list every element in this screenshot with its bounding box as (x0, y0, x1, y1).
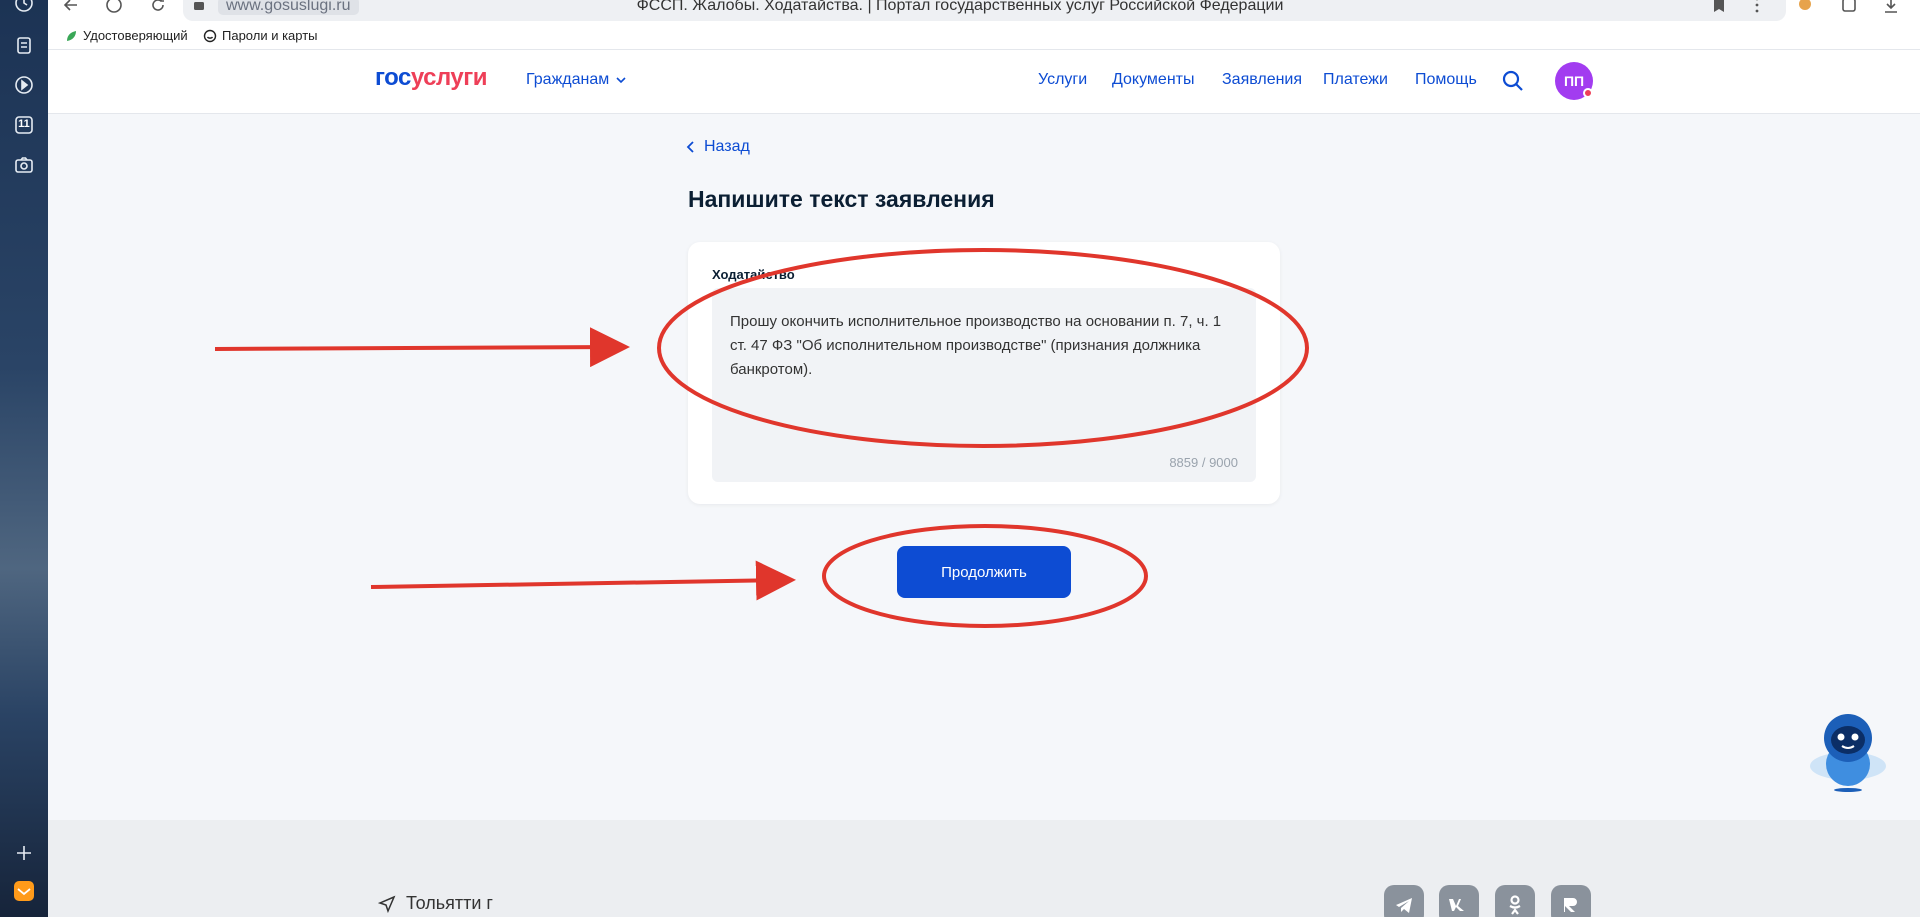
location-arrow-icon (378, 895, 396, 913)
application-card: Ходатайство Прошу окончить исполнительно… (688, 242, 1280, 504)
bookmark-certificate[interactable]: Удостоверяющий (64, 28, 188, 43)
petition-textarea[interactable]: Прошу окончить исполнительное производст… (712, 288, 1256, 482)
notification-dot (1583, 88, 1593, 98)
gosuslugi-logo[interactable]: госуслуги (375, 64, 488, 92)
odnoklassniki-icon[interactable] (1495, 885, 1535, 917)
add-icon[interactable] (13, 842, 35, 864)
character-counter: 8859 / 9000 (1169, 455, 1238, 470)
location-selector[interactable]: Тольятти г (378, 893, 493, 914)
back-link[interactable]: Назад (686, 138, 750, 156)
arrow-to-textarea (214, 327, 630, 368)
telegram-icon[interactable] (1384, 885, 1424, 917)
calendar-icon[interactable]: 11 (13, 114, 35, 136)
key-icon (203, 29, 217, 43)
browser-sidebar: 11 (0, 0, 48, 917)
nav-help[interactable]: Помощь (1415, 71, 1477, 89)
mail-app-icon[interactable] (13, 880, 35, 902)
camera-icon[interactable] (13, 154, 35, 176)
bookmark-passwords[interactable]: Пароли и карты (203, 28, 318, 43)
site-footer: Тольятти г (48, 820, 1920, 917)
arrow-to-button (370, 560, 796, 601)
browser-tab-title: ФССП. Жалобы. Ходатайства. | Портал госу… (636, 0, 1284, 14)
chevron-left-icon (686, 141, 694, 153)
chevron-down-icon (616, 77, 626, 84)
petition-text[interactable]: Прошу окончить исполнительное производст… (730, 310, 1242, 382)
user-avatar[interactable]: ПП (1555, 62, 1593, 100)
video-icon[interactable] (13, 74, 35, 96)
nav-documents[interactable]: Документы (1112, 71, 1194, 89)
field-label: Ходатайство (712, 267, 795, 282)
search-icon[interactable] (1501, 69, 1525, 93)
nav-payments[interactable]: Платежи (1323, 71, 1388, 89)
site-header: госуслуги Гражданам Услуги Документы Зая… (48, 50, 1920, 114)
citizens-dropdown[interactable]: Гражданам (526, 71, 627, 89)
assistant-robot-icon[interactable] (1806, 706, 1890, 792)
continue-button[interactable]: Продолжить (897, 546, 1071, 598)
vk-icon[interactable] (1439, 885, 1479, 917)
notes-icon[interactable] (13, 34, 35, 56)
calendar-badge: 11 (18, 118, 30, 130)
nav-applications[interactable]: Заявления (1222, 71, 1302, 89)
bookmarks-bar: Удостоверяющий Пароли и карты (48, 22, 1920, 50)
rutube-icon[interactable] (1551, 885, 1591, 917)
page-title: Напишите текст заявления (688, 186, 995, 212)
leaf-icon (64, 29, 78, 43)
nav-services[interactable]: Услуги (1038, 71, 1087, 89)
